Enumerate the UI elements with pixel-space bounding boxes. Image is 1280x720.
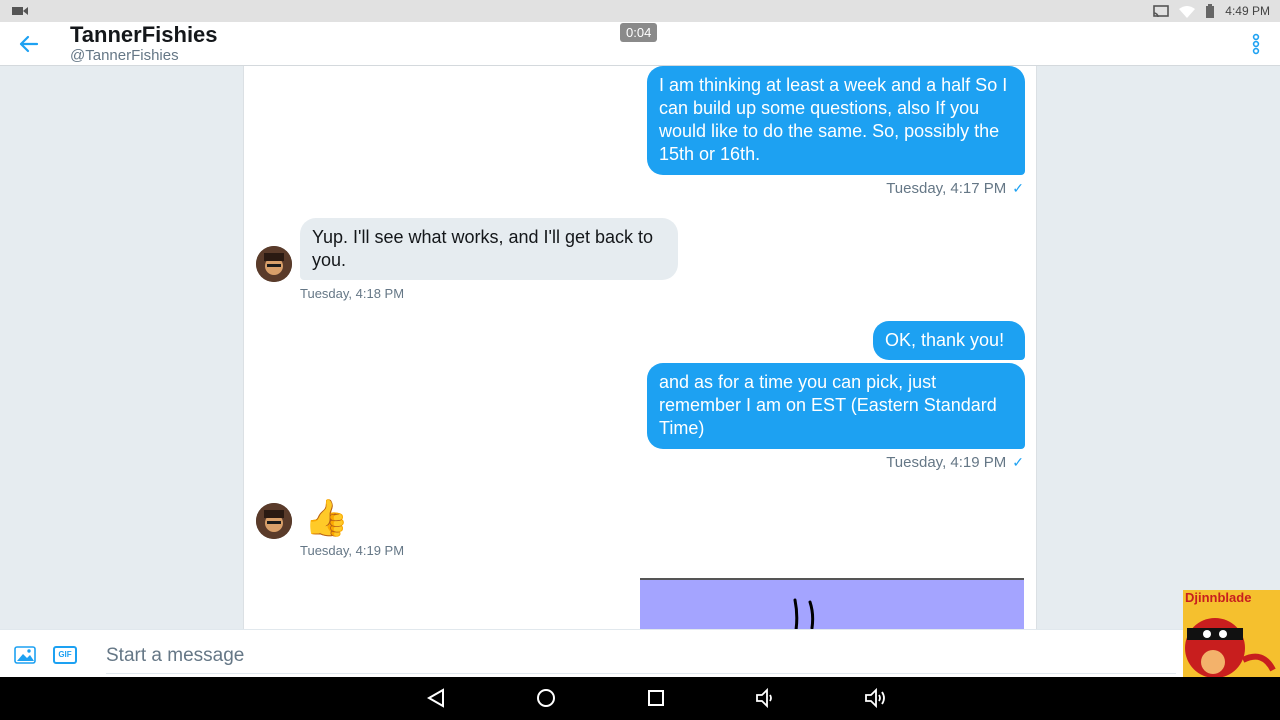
gif-icon[interactable]: GIF [53,646,77,664]
more-vert-icon[interactable] [1248,33,1264,55]
message-bubble[interactable]: I am thinking at least a week and a half… [647,66,1025,175]
message-bubble[interactable]: Yup. I'll see what works, and I'll get b… [300,218,678,280]
channel-logo-overlay: Djinnblade [1183,590,1280,677]
volume-down-icon[interactable] [754,686,778,710]
message-composer: GIF [0,629,1280,677]
conversation-header: TannerFishies @TannerFishies 0:04 [0,22,1280,66]
image-icon[interactable] [14,646,36,664]
back-arrow-icon[interactable] [16,31,42,57]
volume-up-icon[interactable] [864,686,888,710]
media-drawing [793,598,815,629]
message-timestamp: Tuesday, 4:19 PM [886,454,1007,471]
video-record-icon [12,7,28,15]
message-meta: Tuesday, 4:19 PM ✓ [886,454,1024,471]
conversation-panel[interactable]: I am thinking at least a week and a half… [243,66,1037,629]
nav-recents-icon[interactable] [644,686,668,710]
message-timestamp: Tuesday, 4:17 PM [886,180,1007,197]
message-meta: Tuesday, 4:17 PM ✓ [886,180,1024,197]
media-attachment[interactable] [640,578,1024,629]
wifi-icon [1179,5,1196,18]
nav-back-icon[interactable] [424,686,448,710]
status-bar: 4:49 PM [0,0,1280,22]
logo-text: Djinnblade [1185,590,1252,605]
page-title[interactable]: TannerFishies [70,22,218,48]
message-bubble[interactable]: and as for a time you can pick, just rem… [647,363,1025,449]
message-timestamp: Tuesday, 4:19 PM [300,543,405,558]
avatar-image [256,246,292,282]
recording-timer: 0:04 [620,23,658,42]
avatar[interactable] [256,503,292,539]
emoji-message[interactable]: 👍 [304,498,349,538]
cast-icon [1153,4,1170,17]
avatar[interactable] [256,246,292,282]
battery-icon [1206,4,1215,18]
read-check-icon: ✓ [1012,454,1024,470]
android-navigation-bar [0,677,1280,720]
user-handle[interactable]: @TannerFishies [70,47,179,64]
message-timestamp: Tuesday, 4:18 PM [300,286,405,301]
nav-home-icon[interactable] [534,686,558,710]
message-input[interactable] [106,638,1176,674]
read-check-icon: ✓ [1012,180,1024,196]
status-time: 4:49 PM [1225,4,1270,18]
message-bubble[interactable]: OK, thank you! [873,321,1025,360]
avatar-image [256,503,292,539]
